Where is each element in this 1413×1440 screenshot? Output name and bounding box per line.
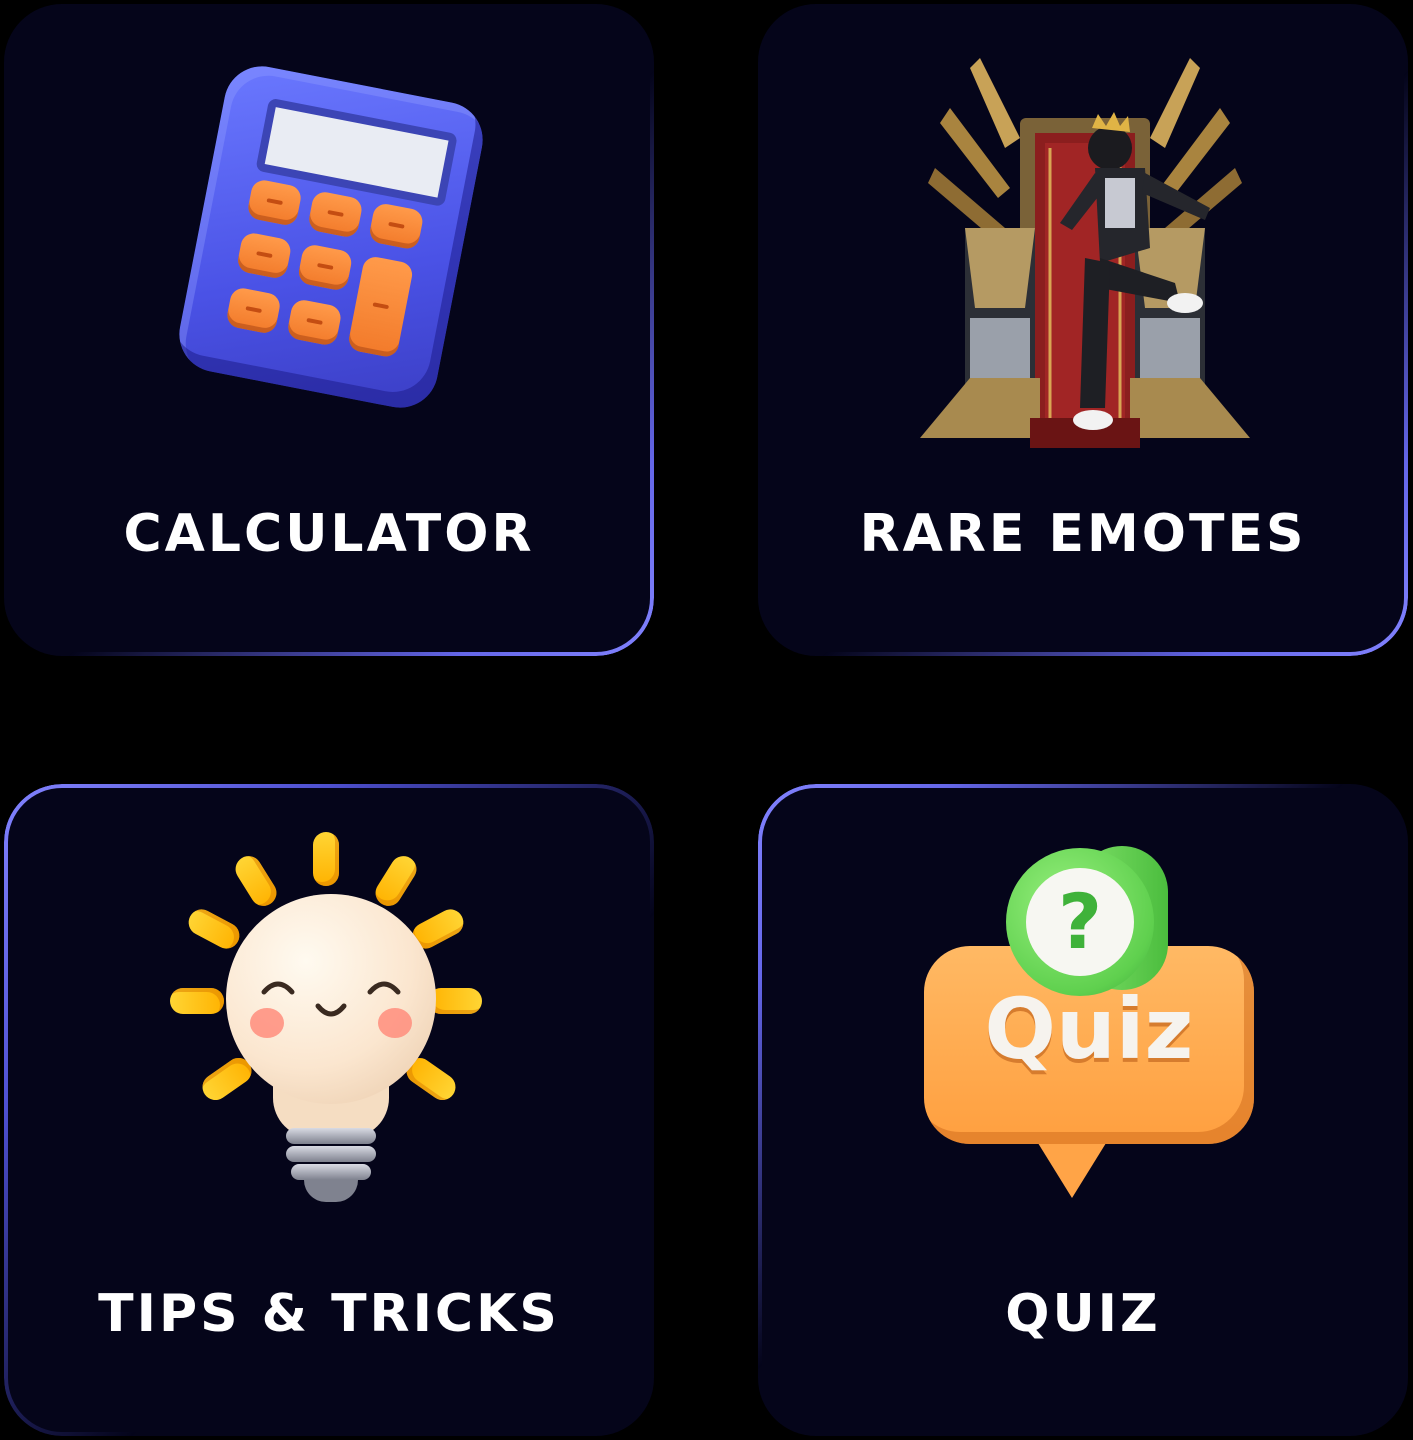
- quiz-tile[interactable]: Quiz ? QUIZ: [758, 784, 1408, 1436]
- question-mark-icon: ?: [1026, 868, 1134, 976]
- rare-emotes-tile[interactable]: RARE EMOTES: [758, 4, 1408, 656]
- rare-emotes-label: RARE EMOTES: [859, 504, 1307, 564]
- quiz-label: QUIZ: [1005, 1284, 1161, 1344]
- calculator-tile[interactable]: CALCULATOR: [4, 4, 654, 656]
- tips-and-tricks-label: TIPS & TRICKS: [98, 1284, 560, 1344]
- tips-and-tricks-tile[interactable]: TIPS & TRICKS: [4, 784, 654, 1436]
- calculator-label: CALCULATOR: [123, 504, 535, 564]
- menu-grid: CALCULATOR RARE EMOTES TIPS & TRICKS Qui…: [0, 0, 1413, 1440]
- throne-character-icon: [910, 48, 1260, 458]
